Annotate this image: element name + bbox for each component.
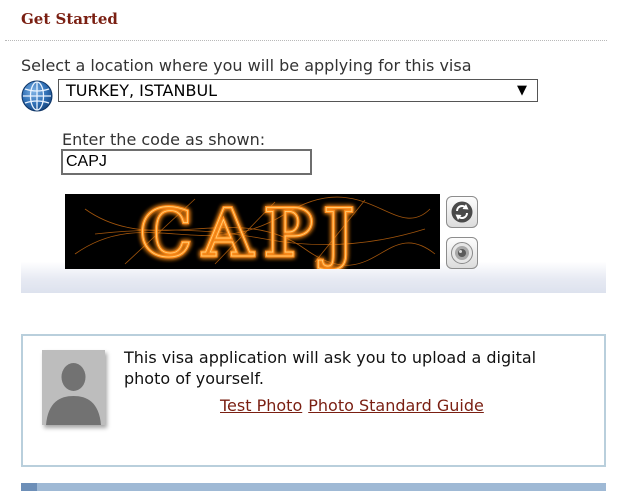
refresh-captcha-button[interactable] (446, 196, 478, 228)
audio-captcha-button[interactable] (446, 237, 478, 269)
page-title: Get Started (21, 10, 118, 28)
captcha-code-input[interactable] (61, 149, 312, 175)
globe-icon (21, 80, 53, 112)
refresh-icon (451, 201, 473, 223)
captcha-text-highlight: CAPJ (140, 194, 365, 269)
captcha-image: CAPJ CAPJ (65, 193, 440, 274)
dropdown-arrow-icon[interactable]: ▼ (517, 80, 527, 101)
photo-standard-guide-link[interactable]: Photo Standard Guide (308, 396, 484, 415)
captcha-code-label: Enter the code as shown: (62, 130, 266, 149)
location-select-value: TURKEY, ISTANBUL (66, 81, 218, 100)
location-select[interactable]: TURKEY, ISTANBUL ▼ (58, 79, 538, 102)
photo-links: Test Photo Photo Standard Guide (220, 396, 484, 415)
bottom-bar (21, 483, 606, 491)
user-silhouette-icon (42, 350, 105, 425)
dotted-divider (5, 40, 607, 41)
location-label: Select a location where you will be appl… (21, 56, 472, 75)
test-photo-link[interactable]: Test Photo (220, 396, 302, 415)
photo-upload-message: This visa application will ask you to up… (124, 348, 537, 388)
speaker-icon (451, 242, 473, 264)
